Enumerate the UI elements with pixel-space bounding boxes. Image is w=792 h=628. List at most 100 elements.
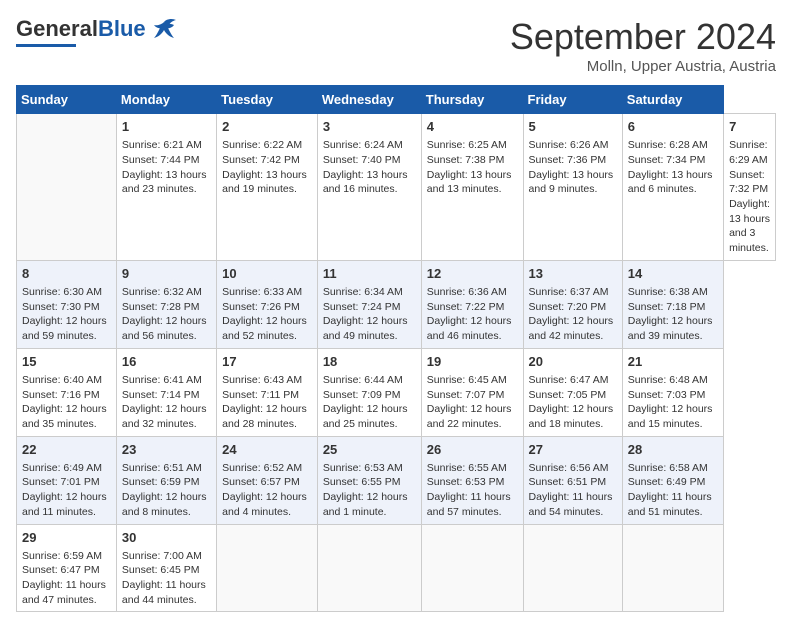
daylight: Daylight: 12 hours and 52 minutes.	[222, 315, 307, 342]
location: Molln, Upper Austria, Austria	[510, 58, 776, 75]
calendar-cell: 25 Sunrise: 6:53 AM Sunset: 6:55 PM Dayl…	[317, 436, 421, 524]
calendar-cell: 18 Sunrise: 6:44 AM Sunset: 7:09 PM Dayl…	[317, 348, 421, 436]
sunrise: Sunrise: 6:53 AM	[323, 462, 403, 474]
calendar-cell: 21 Sunrise: 6:48 AM Sunset: 7:03 PM Dayl…	[622, 348, 723, 436]
title-area: September 2024 Molln, Upper Austria, Aus…	[510, 16, 776, 75]
calendar-cell: 23 Sunrise: 6:51 AM Sunset: 6:59 PM Dayl…	[116, 436, 216, 524]
sunrise: Sunrise: 6:58 AM	[628, 462, 708, 474]
daylight: Daylight: 12 hours and 35 minutes.	[22, 403, 107, 430]
day-number: 6	[628, 118, 718, 136]
calendar-cell: 16 Sunrise: 6:41 AM Sunset: 7:14 PM Dayl…	[116, 348, 216, 436]
sunset: Sunset: 7:44 PM	[122, 154, 200, 166]
weekday-header-sunday: Sunday	[17, 86, 117, 114]
sunset: Sunset: 6:59 PM	[122, 476, 200, 488]
calendar-cell: 15 Sunrise: 6:40 AM Sunset: 7:16 PM Dayl…	[17, 348, 117, 436]
sunrise: Sunrise: 6:43 AM	[222, 374, 302, 386]
daylight: Daylight: 12 hours and 49 minutes.	[323, 315, 408, 342]
day-info: Sunrise: 6:26 AM Sunset: 7:36 PM Dayligh…	[529, 138, 617, 197]
day-info: Sunrise: 6:33 AM Sunset: 7:26 PM Dayligh…	[222, 285, 312, 344]
sunrise: Sunrise: 6:38 AM	[628, 286, 708, 298]
day-info: Sunrise: 6:41 AM Sunset: 7:14 PM Dayligh…	[122, 373, 211, 432]
day-info: Sunrise: 6:53 AM Sunset: 6:55 PM Dayligh…	[323, 461, 416, 520]
calendar-cell: 28 Sunrise: 6:58 AM Sunset: 6:49 PM Dayl…	[622, 436, 723, 524]
day-info: Sunrise: 6:32 AM Sunset: 7:28 PM Dayligh…	[122, 285, 211, 344]
calendar-cell: 9 Sunrise: 6:32 AM Sunset: 7:28 PM Dayli…	[116, 260, 216, 348]
sunrise: Sunrise: 6:56 AM	[529, 462, 609, 474]
logo-underline	[16, 44, 76, 47]
sunset: Sunset: 6:55 PM	[323, 476, 401, 488]
calendar-cell: 3 Sunrise: 6:24 AM Sunset: 7:40 PM Dayli…	[317, 114, 421, 261]
day-info: Sunrise: 6:24 AM Sunset: 7:40 PM Dayligh…	[323, 138, 416, 197]
daylight: Daylight: 11 hours and 44 minutes.	[122, 579, 206, 606]
day-number: 8	[22, 265, 111, 283]
day-info: Sunrise: 6:22 AM Sunset: 7:42 PM Dayligh…	[222, 138, 312, 197]
sunrise: Sunrise: 6:33 AM	[222, 286, 302, 298]
sunrise: Sunrise: 6:44 AM	[323, 374, 403, 386]
daylight: Daylight: 12 hours and 18 minutes.	[529, 403, 614, 430]
logo-blue: Blue	[98, 16, 146, 41]
day-number: 4	[427, 118, 518, 136]
day-info: Sunrise: 6:34 AM Sunset: 7:24 PM Dayligh…	[323, 285, 416, 344]
day-number: 5	[529, 118, 617, 136]
calendar-cell	[421, 524, 523, 612]
sunrise: Sunrise: 6:47 AM	[529, 374, 609, 386]
sunset: Sunset: 7:11 PM	[222, 389, 299, 401]
day-number: 1	[122, 118, 211, 136]
sunrise: Sunrise: 6:26 AM	[529, 139, 609, 151]
calendar-cell: 30 Sunrise: 7:00 AM Sunset: 6:45 PM Dayl…	[116, 524, 216, 612]
sunset: Sunset: 7:16 PM	[22, 389, 100, 401]
weekday-header-thursday: Thursday	[421, 86, 523, 114]
calendar-week-row: 29 Sunrise: 6:59 AM Sunset: 6:47 PM Dayl…	[17, 524, 776, 612]
day-info: Sunrise: 7:00 AM Sunset: 6:45 PM Dayligh…	[122, 549, 211, 608]
sunset: Sunset: 7:18 PM	[628, 301, 706, 313]
weekday-header-saturday: Saturday	[622, 86, 723, 114]
sunrise: Sunrise: 6:48 AM	[628, 374, 708, 386]
day-number: 2	[222, 118, 312, 136]
daylight: Daylight: 12 hours and 25 minutes.	[323, 403, 408, 430]
sunrise: Sunrise: 6:59 AM	[22, 550, 102, 562]
calendar-cell: 26 Sunrise: 6:55 AM Sunset: 6:53 PM Dayl…	[421, 436, 523, 524]
daylight: Daylight: 13 hours and 16 minutes.	[323, 169, 408, 196]
day-number: 24	[222, 441, 312, 459]
day-info: Sunrise: 6:36 AM Sunset: 7:22 PM Dayligh…	[427, 285, 518, 344]
sunset: Sunset: 7:34 PM	[628, 154, 706, 166]
day-info: Sunrise: 6:38 AM Sunset: 7:18 PM Dayligh…	[628, 285, 718, 344]
logo: GeneralBlue	[16, 16, 178, 47]
daylight: Daylight: 11 hours and 54 minutes.	[529, 491, 613, 518]
calendar-cell: 11 Sunrise: 6:34 AM Sunset: 7:24 PM Dayl…	[317, 260, 421, 348]
day-info: Sunrise: 6:40 AM Sunset: 7:16 PM Dayligh…	[22, 373, 111, 432]
day-info: Sunrise: 6:49 AM Sunset: 7:01 PM Dayligh…	[22, 461, 111, 520]
day-number: 29	[22, 529, 111, 547]
day-info: Sunrise: 6:55 AM Sunset: 6:53 PM Dayligh…	[427, 461, 518, 520]
daylight: Daylight: 12 hours and 1 minute.	[323, 491, 408, 518]
calendar-week-row: 22 Sunrise: 6:49 AM Sunset: 7:01 PM Dayl…	[17, 436, 776, 524]
sunset: Sunset: 7:42 PM	[222, 154, 300, 166]
calendar-cell: 5 Sunrise: 6:26 AM Sunset: 7:36 PM Dayli…	[523, 114, 622, 261]
sunset: Sunset: 7:40 PM	[323, 154, 401, 166]
daylight: Daylight: 11 hours and 47 minutes.	[22, 579, 106, 606]
day-number: 25	[323, 441, 416, 459]
daylight: Daylight: 12 hours and 39 minutes.	[628, 315, 713, 342]
sunrise: Sunrise: 6:25 AM	[427, 139, 507, 151]
sunrise: Sunrise: 6:32 AM	[122, 286, 202, 298]
day-info: Sunrise: 6:45 AM Sunset: 7:07 PM Dayligh…	[427, 373, 518, 432]
daylight: Daylight: 13 hours and 6 minutes.	[628, 169, 713, 196]
daylight: Daylight: 13 hours and 3 minutes.	[729, 198, 770, 254]
sunset: Sunset: 7:28 PM	[122, 301, 200, 313]
sunset: Sunset: 7:03 PM	[628, 389, 706, 401]
weekday-header-wednesday: Wednesday	[317, 86, 421, 114]
calendar-cell	[523, 524, 622, 612]
day-number: 12	[427, 265, 518, 283]
day-number: 15	[22, 353, 111, 371]
calendar-cell: 6 Sunrise: 6:28 AM Sunset: 7:34 PM Dayli…	[622, 114, 723, 261]
day-info: Sunrise: 6:29 AM Sunset: 7:32 PM Dayligh…	[729, 138, 770, 256]
logo-general: General	[16, 16, 98, 41]
daylight: Daylight: 13 hours and 23 minutes.	[122, 169, 207, 196]
sunrise: Sunrise: 6:21 AM	[122, 139, 202, 151]
day-number: 18	[323, 353, 416, 371]
sunrise: Sunrise: 6:49 AM	[22, 462, 102, 474]
sunset: Sunset: 7:07 PM	[427, 389, 505, 401]
day-number: 3	[323, 118, 416, 136]
daylight: Daylight: 11 hours and 51 minutes.	[628, 491, 712, 518]
day-number: 13	[529, 265, 617, 283]
